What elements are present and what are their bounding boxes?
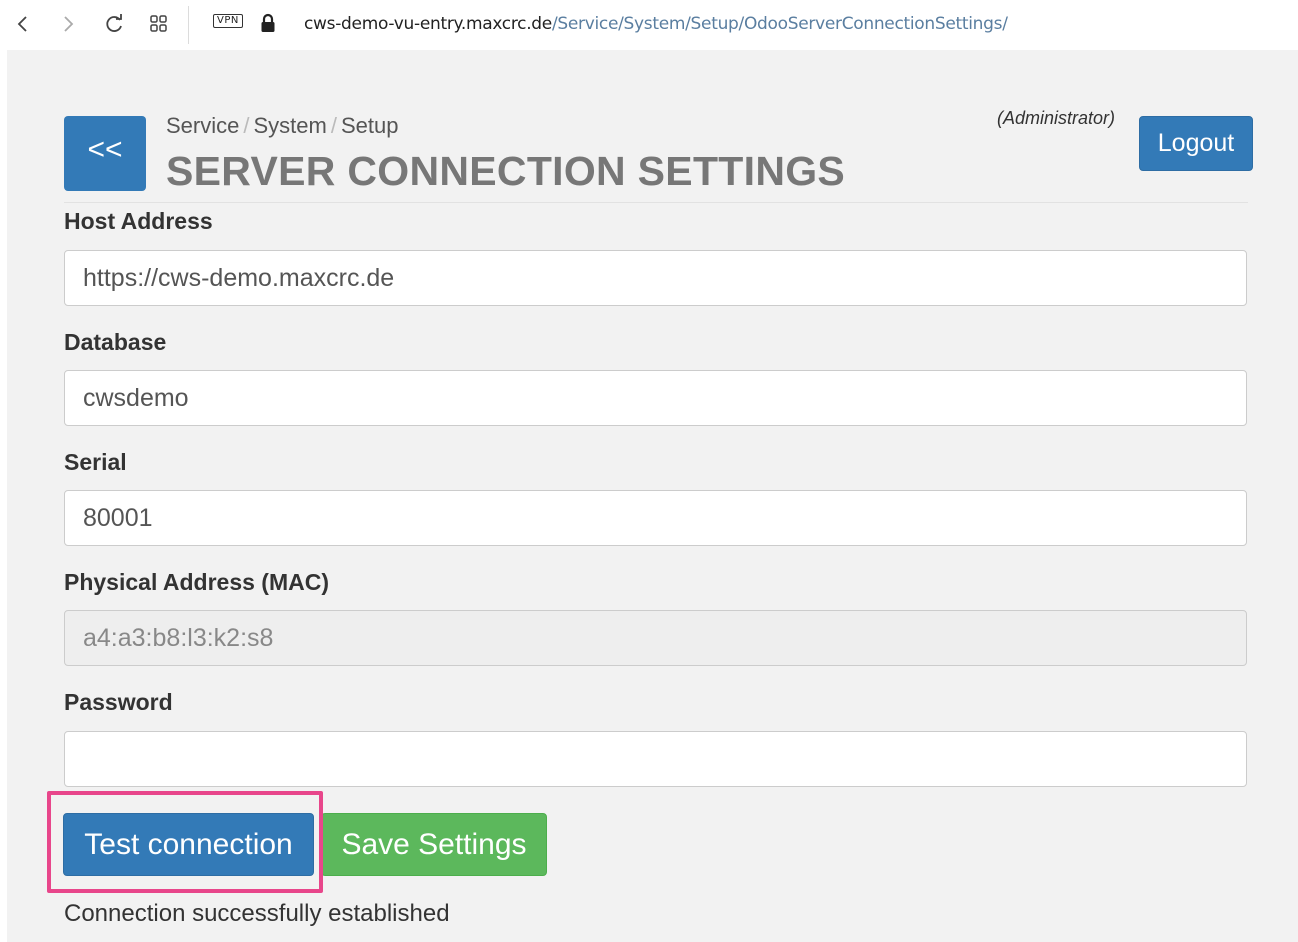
breadcrumb-item-setup: Setup	[340, 113, 399, 138]
test-connection-button[interactable]: Test connection	[63, 813, 314, 876]
url-domain: cws-demo-vu-entry.maxcrc.de	[304, 14, 552, 34]
breadcrumb-item-system[interactable]: System	[253, 113, 326, 138]
url-path: /Service/System/Setup/OdooServerConnecti…	[551, 14, 1008, 34]
save-settings-button[interactable]: Save Settings	[321, 813, 547, 876]
host-address-input[interactable]: https://cws-demo.maxcrc.de	[64, 250, 1247, 306]
breadcrumb-item-service[interactable]: Service	[166, 113, 239, 138]
database-label: Database	[64, 329, 167, 355]
mac-address-label: Physical Address (MAC)	[64, 569, 329, 595]
breadcrumb: Service / System / Setup	[166, 113, 398, 139]
serial-input[interactable]: 80001	[64, 490, 1247, 546]
back-button[interactable]: <<	[64, 116, 146, 191]
header-divider	[64, 202, 1248, 203]
browser-toolbar: VPN cws-demo-vu-entry.maxcrc.de/Service/…	[0, 0, 1298, 50]
page-body: << Service / System / Setup SERVER CONNECTIO…	[7, 50, 1298, 942]
mac-address-input: a4:a3:b8:l3:k2:s8	[64, 610, 1247, 666]
page-title: SERVER CONNECTION SETTINGS	[166, 148, 846, 194]
chevron-right-icon[interactable]	[55, 10, 81, 38]
lock-icon[interactable]	[260, 13, 276, 38]
breadcrumb-separator: /	[330, 113, 337, 138]
reload-icon[interactable]	[101, 10, 127, 38]
host-address-label: Host Address	[64, 208, 213, 234]
grid-icon[interactable]	[146, 10, 172, 38]
database-input[interactable]: cwsdemo	[64, 370, 1247, 426]
breadcrumb-separator: /	[243, 113, 250, 138]
user-role: (Administrator)	[997, 108, 1116, 128]
chevron-left-icon[interactable]	[10, 10, 36, 38]
vpn-badge[interactable]: VPN	[213, 14, 243, 28]
logout-button[interactable]: Logout	[1139, 116, 1253, 171]
serial-label: Serial	[64, 449, 127, 475]
address-bar[interactable]: cws-demo-vu-entry.maxcrc.de/Service/Syst…	[304, 14, 1008, 34]
password-label: Password	[64, 689, 173, 715]
status-message: Connection successfully established	[64, 900, 450, 927]
password-input[interactable]	[64, 731, 1247, 787]
toolbar-divider	[188, 6, 189, 44]
